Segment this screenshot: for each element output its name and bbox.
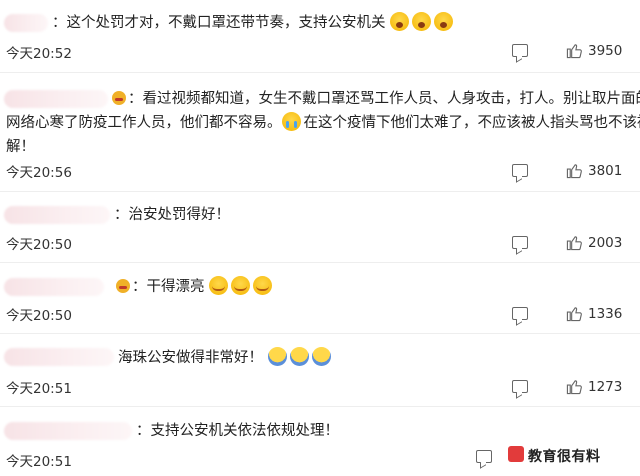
comment-text: 海珠公安做得非常好！ [118,346,334,370]
comment-text: ：干得漂亮 [116,275,275,299]
watermark-logo-icon [508,446,524,462]
comment-time: 今天20:52 [6,46,72,62]
thumbs-up-icon[interactable] [566,305,583,322]
comment-time: 今天20:50 [6,237,72,253]
thumbs-up-icon[interactable] [566,42,583,59]
username-blurred[interactable] [4,14,48,32]
scream-emoji-icon [390,12,410,31]
blushing-emoji-icon [209,276,229,295]
username-blurred[interactable] [4,206,110,224]
thumbs-up-emoji-icon [289,347,309,366]
angry-emoji-icon [116,279,130,293]
reply-icon[interactable] [512,236,528,249]
thumbs-up-icon[interactable] [566,234,583,251]
like-count: 3801 [588,163,623,179]
username-blurred[interactable] [4,348,114,366]
divider [0,191,640,192]
comment-item: ：这个处罚才对，不戴口罩还带节奏，支持公安机关 今天20:52 3950 [0,0,640,70]
divider [0,72,640,73]
username-blurred[interactable] [4,278,104,296]
comment-time: 今天20:56 [6,165,72,181]
blushing-emoji-icon [253,276,273,295]
thumbs-up-emoji-icon [311,347,331,366]
username-blurred[interactable] [4,90,108,108]
comment-item: 海珠公安做得非常好！ 今天20:51 1273 [0,340,640,406]
crying-emoji-icon [281,112,301,131]
thumbs-up-icon[interactable] [566,378,583,395]
comment-item: ：治安处罚得好！ 今天20:50 2003 [0,196,640,264]
thumbs-up-emoji-icon [267,347,287,366]
like-count: 1336 [588,306,623,322]
comment-text: 解！ [6,139,35,155]
comment-item: ：干得漂亮 今天20:50 1336 [0,268,640,334]
divider [0,333,640,334]
thumbs-up-icon[interactable] [566,162,583,179]
comment-time: 今天20:50 [6,308,72,324]
reply-icon[interactable] [512,164,528,177]
reply-icon[interactable] [512,44,528,57]
like-count: 1273 [588,379,623,395]
scream-emoji-icon [434,12,454,31]
scream-emoji-icon [412,12,432,31]
divider [0,262,640,263]
comment-item: ：看过视频都知道，女生不戴口罩还骂工作人员、人身攻击，打人。别让取片面的 网络心… [0,80,640,190]
reply-icon[interactable] [512,380,528,393]
reply-icon[interactable] [476,450,492,463]
like-count: 2003 [588,235,623,251]
comment-text: ：这个处罚才对，不戴口罩还带节奏，支持公安机关 [52,11,456,35]
watermark-text: 教育很有料 [528,449,601,465]
comment-time: 今天20:51 [6,454,72,470]
comment-time: 今天20:51 [6,381,72,397]
blushing-emoji-icon [231,276,251,295]
comment-text: ：治安处罚得好！ [114,207,230,223]
username-blurred[interactable] [4,422,132,440]
comment-text: ：支持公安机关依法依规处理！ [136,423,339,439]
like-count: 3950 [588,43,623,59]
comment-text: 网络心寒了防疫工作人员，他们都不容易。 在这个疫情下他们太难了，不应该被人指头骂也… [6,111,640,135]
divider [0,406,640,407]
comment-text: ：看过视频都知道，女生不戴口罩还骂工作人员、人身攻击，打人。别让取片面的 [112,87,640,111]
reply-icon[interactable] [512,307,528,320]
comment-item: ：支持公安机关依法依规处理！ 今天20:51 [0,412,640,476]
angry-emoji-icon [112,91,126,105]
